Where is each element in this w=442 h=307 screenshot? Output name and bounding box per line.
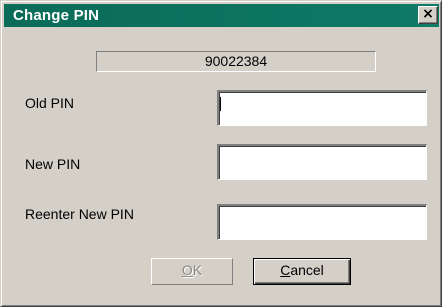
change-pin-dialog: Change PIN × 90022384 Old PIN New PIN Re… [0,0,442,307]
reenter-pin-input[interactable] [217,204,427,240]
old-pin-input[interactable] [217,90,427,126]
window-title: Change PIN [13,7,100,24]
new-pin-input[interactable] [217,144,427,180]
old-pin-label: Old PIN [25,95,75,111]
ok-label-rest: K [192,262,203,278]
title-bar[interactable]: Change PIN × [4,4,439,27]
cancel-mnemonic: C [280,262,291,278]
cancel-button[interactable]: Cancel [253,258,351,285]
text-caret [220,97,221,111]
new-pin-label: New PIN [25,156,81,172]
reenter-pin-label: Reenter New PIN [25,206,134,222]
serial-number-display: 90022384 [96,51,376,72]
ok-button[interactable]: OK [151,258,233,285]
cancel-label-rest: ancel [290,262,324,278]
close-icon: × [422,6,434,22]
ok-mnemonic: O [181,262,193,278]
close-button[interactable]: × [418,6,438,24]
